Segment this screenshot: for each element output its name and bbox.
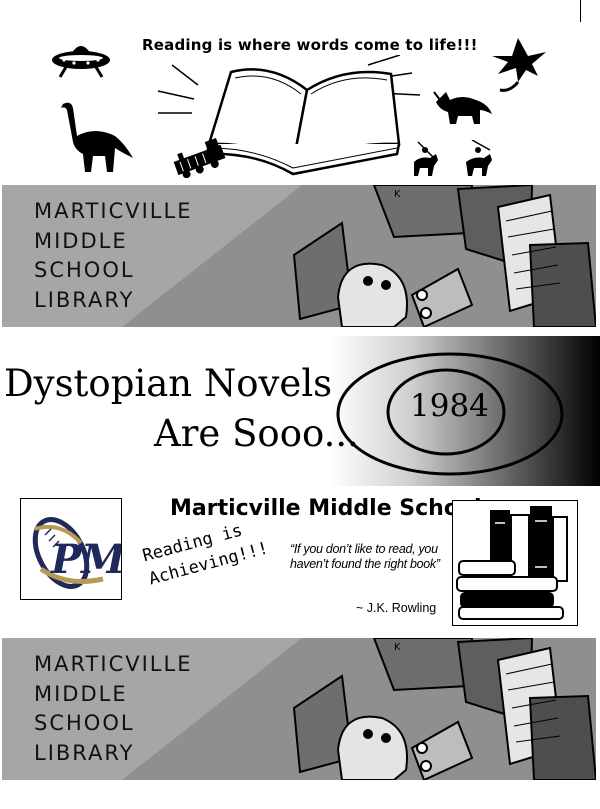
library-line: LIBRARY — [34, 287, 135, 312]
reading-is-achieving-slogan: Reading is Achieving!!! — [140, 513, 271, 591]
svg-text:K: K — [394, 642, 401, 653]
dystopian-bookmark: Dystopian Novels Are Sooo... 1984 — [0, 336, 600, 486]
bookmark-reading: Reading is where words come to life!!! — [0, 0, 600, 180]
school-logo-icon: PM — [32, 517, 127, 589]
school-name-title: Marticville Middle School — [170, 496, 482, 521]
logo-letters: PM — [50, 536, 121, 583]
library-line: MIDDLE — [34, 681, 128, 706]
ufo-icon — [52, 46, 110, 78]
cartoon-book-character-illustration: K — [292, 638, 596, 780]
library-line: SCHOOL — [34, 258, 135, 282]
quote-author: ~ J.K. Rowling — [356, 601, 437, 615]
library-line: MARTICVILLE — [34, 652, 193, 676]
novel-title-1984: 1984 — [410, 388, 489, 424]
library-line: MIDDLE — [34, 228, 128, 253]
cartoon-book-character-illustration: K — [292, 185, 596, 327]
school-logo-box: PM — [20, 498, 127, 600]
book-stack-box — [452, 500, 578, 626]
marticville-bookmark: PM Marticville Middle School Reading is … — [0, 490, 600, 630]
knights-icon — [414, 140, 492, 176]
library-bookmark-top: MARTICVILLE MIDDLE SCHOOL LIBRARY K — [2, 185, 596, 327]
library-title: MARTICVILLE MIDDLE SCHOOL LIBRARY — [34, 650, 192, 768]
quote-text: “If you don’t like to read, you haven’t … — [290, 542, 440, 571]
library-line: MARTICVILLE — [34, 199, 193, 223]
book-stack-icon — [456, 506, 568, 620]
triceratops-icon — [433, 91, 492, 124]
reading-tagline: Reading is where words come to life!!! — [142, 36, 478, 54]
library-title: MARTICVILLE MIDDLE SCHOOL LIBRARY — [34, 197, 192, 315]
library-bookmark-bottom: MARTICVILLE MIDDLE SCHOOL LIBRARY K — [2, 638, 596, 780]
dystopian-heading-line2: Are Sooo... — [154, 412, 359, 455]
dinosaur-icon — [61, 102, 133, 172]
library-line: SCHOOL — [34, 711, 135, 735]
dystopian-heading-line1: Dystopian Novels — [4, 362, 333, 405]
train-icon — [173, 138, 226, 178]
library-line: LIBRARY — [34, 740, 135, 765]
svg-text:K: K — [394, 189, 401, 200]
dragon-icon — [492, 38, 546, 92]
